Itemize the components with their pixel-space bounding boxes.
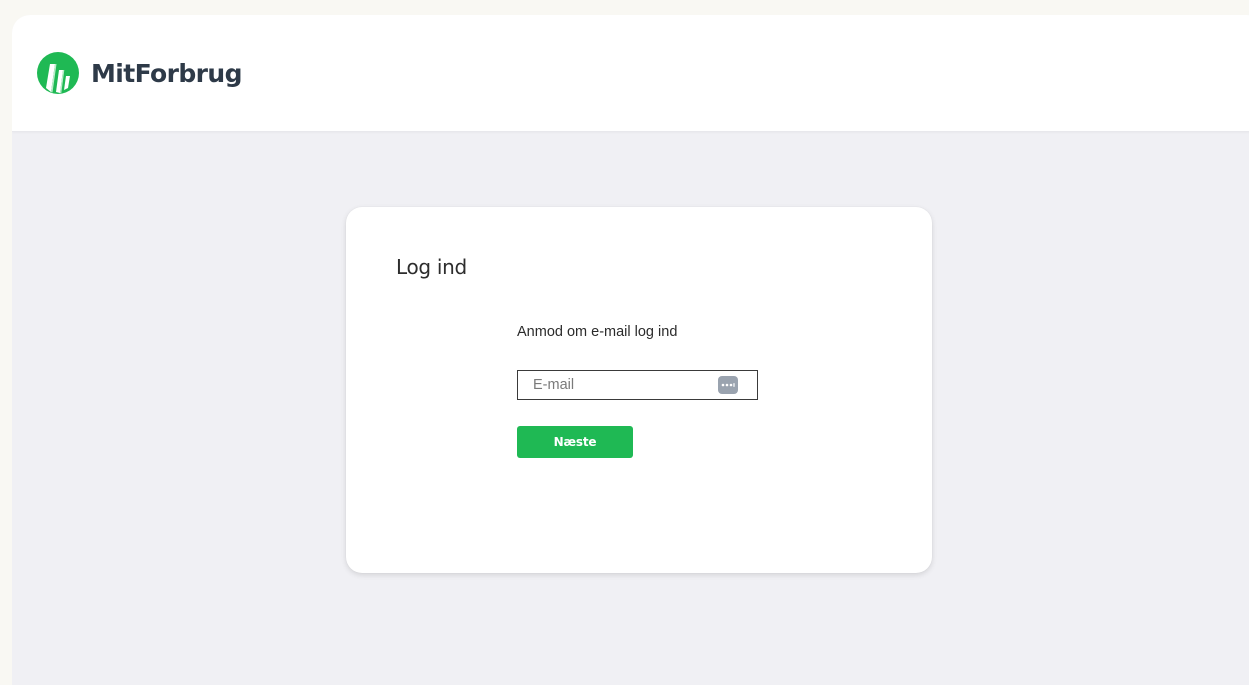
brand[interactable]: MitForbrug bbox=[37, 52, 242, 94]
email-field bbox=[517, 370, 758, 400]
password-manager-icon[interactable] bbox=[718, 376, 738, 394]
login-title: Log ind bbox=[396, 255, 467, 279]
next-button[interactable]: Næste bbox=[517, 426, 633, 458]
login-subtitle: Anmod om e-mail log ind bbox=[517, 324, 678, 340]
app-window: MitForbrug Log ind Anmod om e-mail log i… bbox=[12, 15, 1249, 685]
dots-icon bbox=[721, 383, 735, 387]
login-card: Log ind Anmod om e-mail log ind Næste bbox=[346, 207, 932, 573]
email-input[interactable] bbox=[518, 371, 714, 399]
brand-name: MitForbrug bbox=[91, 58, 242, 88]
top-header: MitForbrug bbox=[12, 15, 1249, 132]
mitforbrug-logo-icon bbox=[37, 52, 79, 94]
